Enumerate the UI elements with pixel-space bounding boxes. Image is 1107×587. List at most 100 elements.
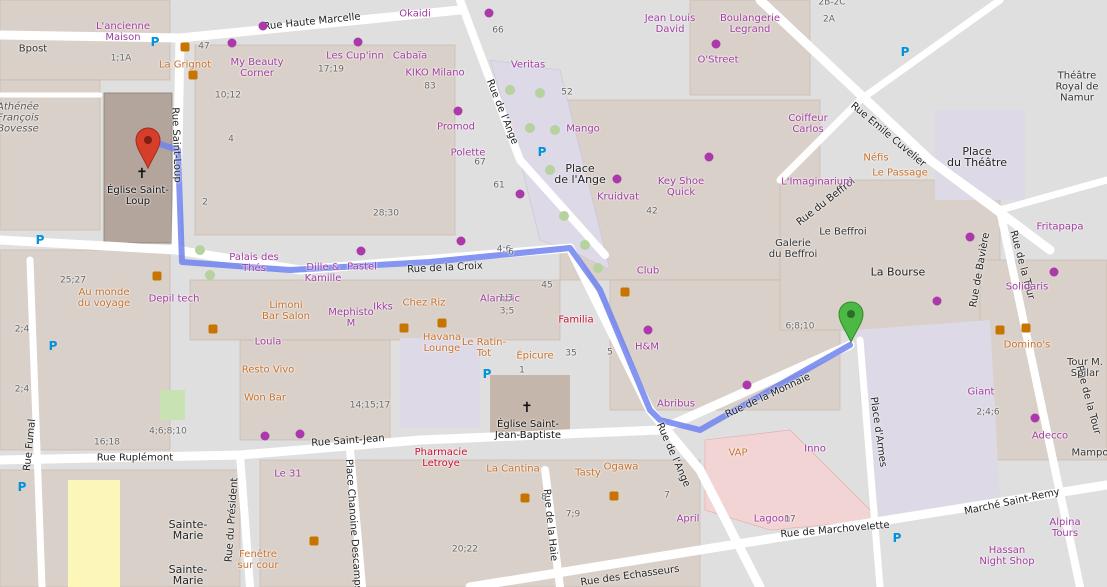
shop-label[interactable]: Cabaïa bbox=[393, 51, 428, 62]
food-label[interactable]: Resto Vivo bbox=[242, 365, 295, 376]
shop-label[interactable]: Les Cup'inn bbox=[326, 51, 384, 62]
shop-label[interactable]: Inno bbox=[804, 444, 826, 455]
shop-icon[interactable] bbox=[711, 39, 721, 49]
shop-icon[interactable] bbox=[456, 236, 466, 246]
shop-label[interactable]: Bpost bbox=[19, 44, 47, 55]
restaurant-icon[interactable] bbox=[188, 70, 198, 80]
shop-label[interactable]: Mephisto M bbox=[328, 307, 374, 329]
restaurant-icon[interactable] bbox=[995, 325, 1005, 335]
food-label[interactable]: Le Passage bbox=[872, 168, 927, 179]
shop-label[interactable]: KIKO Milano bbox=[405, 68, 464, 79]
shop-label[interactable]: Le 31 bbox=[274, 469, 301, 480]
theatre-label[interactable]: Théâtre Royal de Namur bbox=[1055, 71, 1098, 104]
food-label[interactable]: Épicure bbox=[516, 351, 553, 362]
shop-label[interactable]: Néfis bbox=[863, 153, 888, 164]
bike-rental-icon[interactable]: P bbox=[901, 45, 910, 59]
shop-icon[interactable] bbox=[612, 174, 622, 184]
shop-icon[interactable] bbox=[643, 325, 653, 335]
food-label[interactable]: VAP bbox=[728, 448, 747, 459]
shop-icon[interactable] bbox=[1030, 413, 1040, 423]
food-label[interactable]: Chez Riz bbox=[403, 298, 446, 309]
shop-label[interactable]: Club bbox=[637, 266, 659, 277]
restaurant-icon[interactable] bbox=[1021, 323, 1031, 333]
shop-label[interactable]: Coiffeur Carlos bbox=[788, 113, 827, 135]
shop-icon[interactable] bbox=[353, 37, 363, 47]
shop-icon[interactable] bbox=[258, 21, 268, 31]
shop-label[interactable]: Kruidvat bbox=[597, 192, 639, 203]
restaurant-icon[interactable] bbox=[309, 536, 319, 546]
shop-label[interactable]: Ikks bbox=[373, 302, 393, 313]
shop-label[interactable]: Solidaris bbox=[1006, 282, 1049, 293]
shop-icon[interactable] bbox=[295, 429, 305, 439]
restaurant-icon[interactable] bbox=[609, 491, 619, 501]
restaurant-icon[interactable] bbox=[520, 493, 530, 503]
shop-icon[interactable] bbox=[742, 380, 752, 390]
bike-rental-icon[interactable]: P bbox=[18, 480, 27, 494]
shop-label[interactable]: Dille & Kamille bbox=[305, 262, 342, 284]
shop-icon[interactable] bbox=[356, 246, 366, 256]
shop-label[interactable]: Tasty bbox=[575, 468, 601, 479]
shop-label[interactable]: April bbox=[677, 514, 700, 525]
shop-label[interactable]: Hassan Night Shop bbox=[979, 545, 1034, 567]
shop-icon[interactable] bbox=[260, 431, 270, 441]
shop-label[interactable]: Tour M. Spilar bbox=[1067, 357, 1103, 379]
shop-label[interactable]: Fritapapa bbox=[1037, 222, 1084, 233]
pharmacy-label[interactable]: Pharmacie Letroye bbox=[415, 447, 468, 469]
shop-label[interactable]: Boulangerie Legrand bbox=[720, 13, 780, 35]
shop-label[interactable]: Galerie du Beffroi bbox=[769, 238, 818, 260]
shop-icon[interactable] bbox=[1049, 267, 1059, 277]
food-label[interactable]: Fenêtre sur cour bbox=[238, 549, 279, 571]
restaurant-icon[interactable] bbox=[620, 287, 630, 297]
shop-label[interactable]: Pastel bbox=[347, 262, 377, 273]
shop-label[interactable]: Key Shoe Quick bbox=[658, 176, 704, 198]
shop-label[interactable]: Mampo bbox=[1072, 448, 1107, 459]
food-label[interactable]: La Cantina bbox=[486, 464, 540, 475]
bike-rental-icon[interactable]: P bbox=[151, 35, 160, 49]
shop-label[interactable]: Depil tech bbox=[149, 294, 200, 305]
shop-label[interactable]: Ogawa bbox=[604, 462, 639, 473]
shop-label[interactable]: Giant bbox=[968, 387, 995, 398]
bike-rental-icon[interactable]: P bbox=[483, 367, 492, 381]
shop-icon[interactable] bbox=[227, 38, 237, 48]
shop-icon[interactable] bbox=[515, 189, 525, 199]
shop-label[interactable]: Veritas bbox=[511, 60, 545, 71]
restaurant-icon[interactable] bbox=[399, 323, 409, 333]
map-canvas[interactable]: ✝ ✝ Rue Haute Marcelle Rue Saint-Loup Ru… bbox=[0, 0, 1107, 587]
shop-label[interactable]: H&M bbox=[635, 342, 659, 353]
shop-label[interactable]: O'Street bbox=[697, 55, 738, 66]
shop-icon[interactable] bbox=[704, 152, 714, 162]
shop-label[interactable]: Loula bbox=[255, 337, 282, 348]
food-label[interactable]: Le Ratin- Tot bbox=[462, 337, 506, 359]
shop-label[interactable]: Abribus bbox=[657, 399, 695, 410]
shop-label[interactable]: Palais des Thés bbox=[229, 252, 279, 274]
shop-label[interactable]: Mango bbox=[566, 124, 600, 135]
shop-icon[interactable] bbox=[932, 296, 942, 306]
food-label[interactable]: Limoni Bar Salon bbox=[262, 300, 310, 322]
restaurant-icon[interactable] bbox=[208, 324, 218, 334]
shop-label[interactable]: L'ancienne Maison bbox=[96, 21, 150, 43]
restaurant-icon[interactable] bbox=[152, 271, 162, 281]
shop-label[interactable]: Alpina Tours bbox=[1049, 517, 1080, 539]
shop-label[interactable]: Domino's bbox=[1004, 340, 1051, 351]
bike-rental-icon[interactable]: P bbox=[893, 531, 902, 545]
restaurant-icon[interactable] bbox=[180, 42, 190, 52]
pharmacy-label[interactable]: Familia bbox=[558, 315, 593, 326]
shop-icon[interactable] bbox=[965, 232, 975, 242]
shop-label[interactable]: L'Imaginarium bbox=[781, 177, 853, 188]
food-label[interactable]: Won Bar bbox=[244, 393, 286, 404]
house-number: 67 bbox=[474, 157, 486, 168]
shop-label[interactable]: Jean Louis David bbox=[645, 13, 696, 35]
restaurant-icon[interactable] bbox=[437, 318, 447, 328]
shop-label[interactable]: Adecco bbox=[1032, 431, 1068, 442]
food-label[interactable]: Au monde du voyage bbox=[78, 287, 130, 309]
bike-rental-icon[interactable]: P bbox=[49, 339, 58, 353]
bike-rental-icon[interactable]: P bbox=[36, 233, 45, 247]
shop-label[interactable]: Promod bbox=[437, 122, 475, 133]
bike-rental-icon[interactable]: P bbox=[538, 145, 547, 159]
shop-label[interactable]: Okaidi bbox=[399, 9, 431, 20]
shop-icon[interactable] bbox=[453, 106, 463, 116]
shop-label[interactable]: My Beauty Corner bbox=[230, 57, 283, 79]
food-label[interactable]: Havana Lounge bbox=[423, 332, 461, 354]
food-label[interactable]: La Grignot bbox=[159, 60, 211, 71]
shop-icon[interactable] bbox=[484, 8, 494, 18]
